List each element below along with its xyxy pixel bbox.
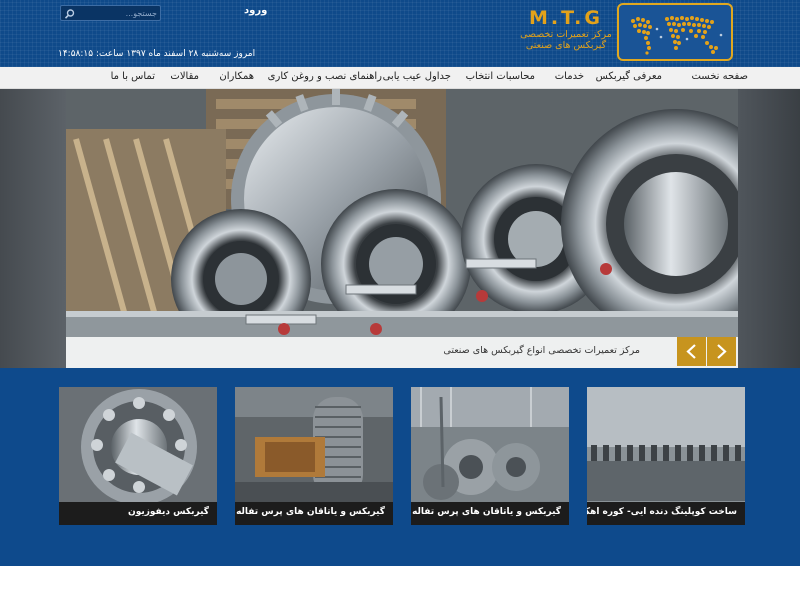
- brand: M.T.G مرکز تعمیرات تخصصی گیربکس های صنعت…: [520, 7, 612, 51]
- chevron-left-icon: [686, 344, 696, 359]
- hero-backdrop-left: [0, 89, 66, 368]
- login-link[interactable]: ورود: [244, 5, 267, 16]
- project-card[interactable]: گیربکس دیفوزیون: [59, 387, 217, 525]
- chevron-right-icon: [717, 344, 727, 359]
- search-icon[interactable]: [64, 8, 76, 20]
- nav-item-troubleshooting[interactable]: جداول عیب یابی: [383, 71, 451, 82]
- world-map-logo-icon: [631, 16, 723, 55]
- nav-item-contact[interactable]: تماس با ما: [111, 71, 155, 82]
- brand-line-2: گیربکس های صنعتی: [525, 40, 607, 51]
- nav-item-install-guide[interactable]: راهنمای نصب و روغن کاری: [268, 71, 382, 82]
- brand-line-1: مرکز تعمیرات تخصصی: [520, 29, 612, 40]
- nav-item-services[interactable]: خدمات: [555, 71, 584, 82]
- project-card-title: گیربکس و یاتاقان های پرس تفاله: [235, 502, 393, 525]
- nav-item-selection-calc[interactable]: محاسبات انتخاب: [466, 71, 535, 82]
- logo[interactable]: [617, 3, 733, 61]
- page: M.T.G مرکز تعمیرات تخصصی گیربکس های صنعت…: [0, 0, 800, 600]
- project-card-title: گیربکس و یاتاقان های پرس تفاله: [411, 502, 569, 525]
- nav-item-articles[interactable]: مقالات: [170, 71, 199, 82]
- hero-backdrop-right: [738, 89, 800, 368]
- slider-caption: مرکز تعمیرات تخصصی انواع گیربکس های صنعت…: [443, 345, 640, 356]
- hero-slider: مرکز تعمیرات تخصصی انواع گیربکس های صنعت…: [0, 89, 800, 368]
- project-card-title: ساخت کوپلینگ دنده ایی- کوره اهک: [587, 502, 745, 525]
- slider-prev-button[interactable]: [677, 337, 706, 366]
- main-nav: صفحه نخست معرفی گیربکس خدمات محاسبات انت…: [0, 67, 800, 89]
- featured-section: ساخت کوپلینگ دنده ایی- کوره اهک گیربکس و…: [0, 368, 800, 566]
- search-input[interactable]: [79, 7, 157, 19]
- hero-slide-image: [66, 89, 738, 368]
- project-card-title: گیربکس دیفوزیون: [59, 502, 217, 525]
- current-datetime: امروز سه‌شنبه ۲۸ اسفند ماه ۱۳۹۷ ساعت: ۱۴…: [58, 49, 256, 59]
- footer: [0, 566, 800, 600]
- project-card[interactable]: گیربکس و یاتاقان های پرس تفاله: [411, 387, 569, 525]
- project-card[interactable]: گیربکس و یاتاقان های پرس تفاله: [235, 387, 393, 525]
- nav-item-gearbox-intro[interactable]: معرفی گیربکس: [596, 71, 662, 82]
- brand-mark: M.T.G: [528, 7, 603, 29]
- gearbox-photo-illustration: [66, 89, 738, 368]
- nav-item-partners[interactable]: همکاران: [219, 71, 254, 82]
- search-box: [60, 5, 161, 21]
- site-header: M.T.G مرکز تعمیرات تخصصی گیربکس های صنعت…: [0, 0, 800, 67]
- project-card[interactable]: ساخت کوپلینگ دنده ایی- کوره اهک: [587, 387, 745, 525]
- slider-next-button[interactable]: [707, 337, 736, 366]
- nav-item-home[interactable]: صفحه نخست: [691, 71, 748, 82]
